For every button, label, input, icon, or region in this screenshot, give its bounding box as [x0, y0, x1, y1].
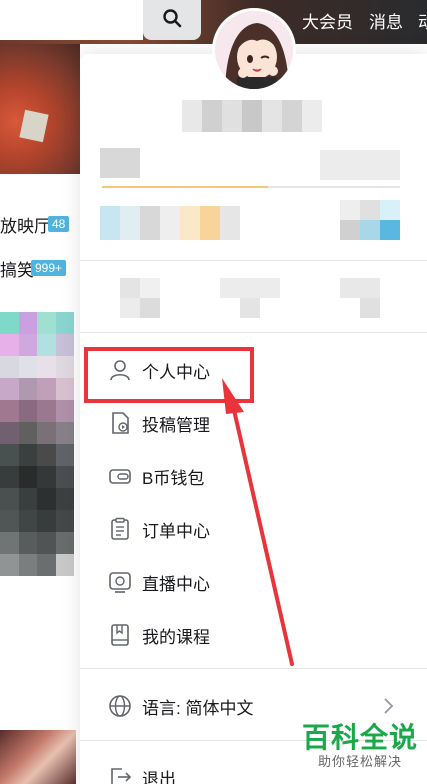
nav-messages-link[interactable]: 消息 — [369, 8, 403, 33]
level-progress-track — [268, 186, 400, 188]
menu-label: B币钱包 — [142, 468, 205, 488]
user-avatar[interactable] — [212, 8, 296, 92]
logout-icon — [108, 765, 132, 784]
menu-label: 投稿管理 — [142, 415, 210, 435]
menu-label: 我的课程 — [142, 627, 210, 647]
blurred-exp-value — [320, 150, 400, 180]
search-button[interactable] — [143, 0, 201, 40]
category-cinema-count-badge: 48 — [48, 216, 70, 232]
menu-item-live-center[interactable]: 直播中心 — [108, 562, 210, 602]
language-selector[interactable]: 语言: 简体中文 — [108, 686, 408, 726]
banner-image[interactable] — [0, 44, 80, 174]
divider — [80, 668, 427, 669]
blurred-stat-dynamics-label — [360, 298, 380, 318]
blurred-level-label — [100, 148, 140, 178]
category-funny-count-badge: 999+ — [31, 260, 67, 276]
watermark-subtitle: 助你轻松解决 — [318, 754, 403, 769]
menu-label: 直播中心 — [142, 574, 210, 594]
blurred-stat-following[interactable] — [120, 278, 160, 318]
category-cinema-label[interactable]: 放映厅 — [0, 212, 51, 237]
blurred-stat-dynamics[interactable] — [340, 278, 380, 298]
blurred-stat-followers[interactable] — [220, 278, 280, 298]
language-label: 语言: 简体中文 — [142, 698, 254, 718]
annotation-highlight-box — [84, 347, 254, 403]
logout-button[interactable]: 退出 — [108, 757, 176, 784]
wallet-icon — [108, 464, 132, 488]
blurred-stat-followers-label — [240, 298, 260, 318]
search-icon — [162, 8, 182, 33]
live-icon — [108, 570, 132, 594]
menu-item-my-courses[interactable]: 我的课程 — [108, 615, 210, 655]
menu-label: 订单中心 — [142, 521, 210, 541]
menu-item-orders[interactable]: 订单中心 — [108, 509, 210, 549]
category-funny-label[interactable]: 搞笑 — [0, 256, 34, 281]
pixelated-thumbnail[interactable] — [0, 312, 74, 662]
nav-more-link[interactable]: 动 — [418, 8, 427, 33]
logout-label: 退出 — [142, 769, 176, 784]
upload-manage-icon — [108, 411, 132, 435]
nav-vip-link[interactable]: 大会员 — [302, 8, 353, 33]
menu-item-upload-manage[interactable]: 投稿管理 — [108, 403, 210, 443]
watermark-title: 百科全说 — [302, 722, 419, 753]
chevron-right-icon — [380, 696, 396, 721]
divider — [80, 332, 427, 333]
blurred-username — [182, 100, 322, 132]
divider — [80, 260, 427, 261]
order-icon — [108, 517, 132, 541]
course-icon — [108, 623, 132, 647]
level-progress-bar — [102, 186, 268, 188]
menu-item-wallet[interactable]: B币钱包 — [108, 456, 204, 496]
watermark-logo: 百科全说 助你轻松解决 — [302, 722, 418, 770]
blurred-coins-row — [100, 206, 240, 240]
globe-icon — [108, 694, 132, 718]
search-input[interactable] — [0, 0, 143, 40]
blurred-coins-value — [340, 200, 400, 240]
background-feed: 放映厅 48 搞笑 999+ — [0, 44, 80, 784]
bottom-video-thumbnail[interactable] — [0, 730, 76, 784]
